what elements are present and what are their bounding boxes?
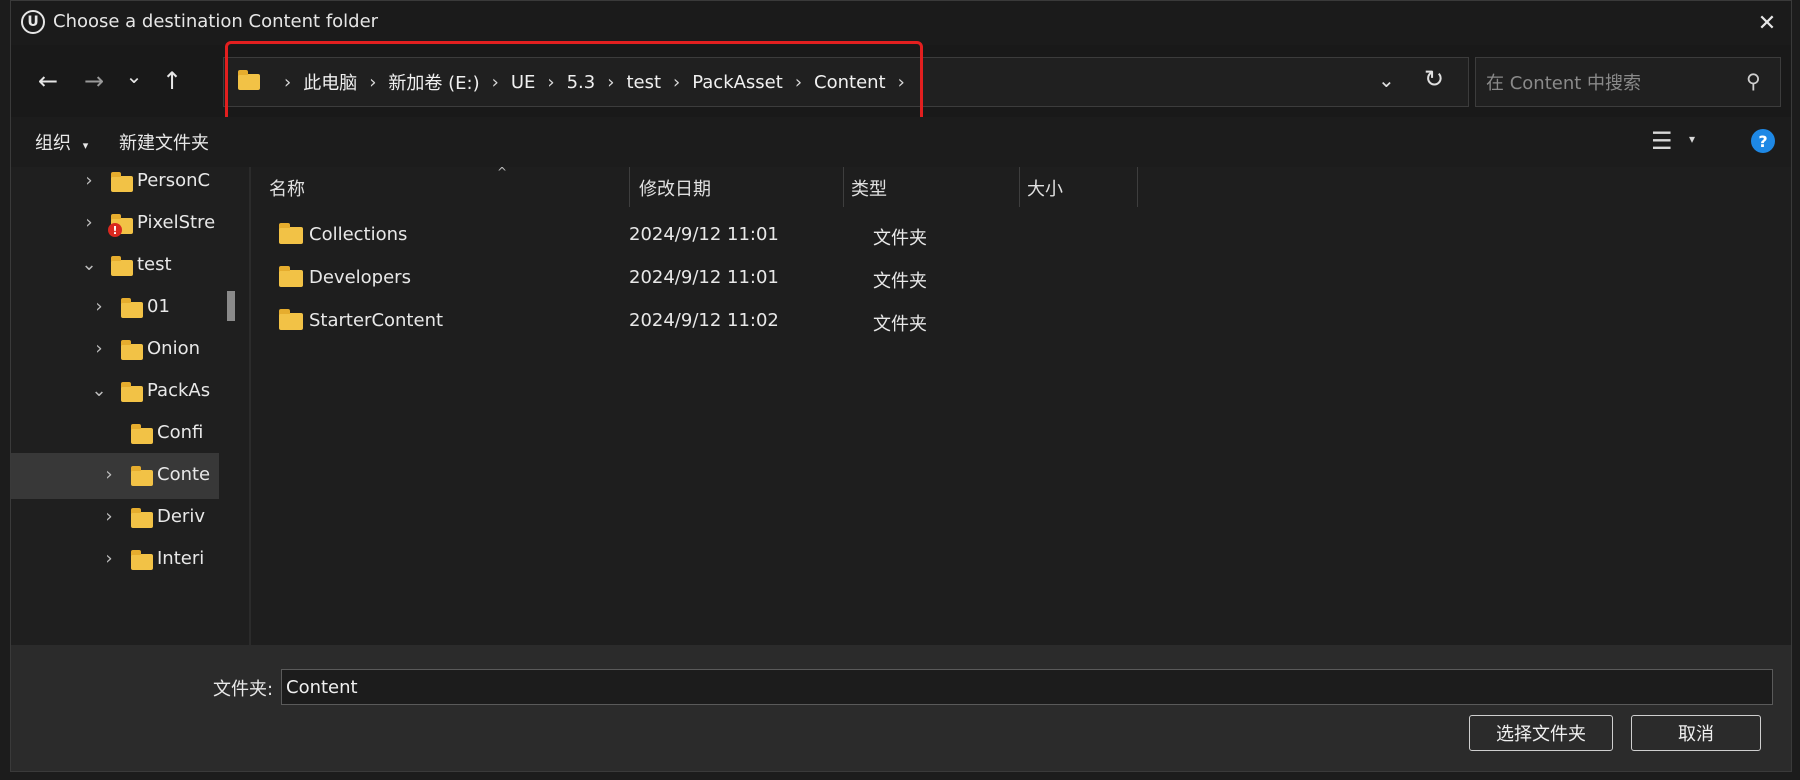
tree-item-label: PixelStre — [137, 212, 216, 233]
folder-icon — [131, 508, 153, 528]
new-folder-button[interactable]: 新建文件夹 — [119, 129, 209, 155]
folder-icon — [111, 256, 133, 276]
tree-item[interactable]: › Interi — [11, 537, 219, 583]
tree-item[interactable]: ⌄ test — [11, 243, 219, 289]
folder-icon — [121, 298, 143, 318]
select-folder-button[interactable]: 选择文件夹 — [1469, 715, 1613, 751]
close-icon[interactable]: ✕ — [1751, 7, 1783, 39]
collapsed-chevron-icon[interactable]: › — [91, 296, 107, 317]
unreal-logo-icon: U — [21, 10, 45, 34]
folder-name-field[interactable] — [281, 669, 1773, 705]
file-type: 文件夹 — [873, 228, 927, 249]
collapsed-chevron-icon[interactable]: › — [101, 506, 117, 527]
search-input[interactable] — [1484, 68, 1738, 98]
search-icon[interactable]: ⚲ — [1746, 69, 1761, 93]
tree-item[interactable]: › Onion — [11, 327, 219, 373]
recent-locations-chevron-icon[interactable]: ⌄ — [115, 57, 153, 95]
back-arrow-icon[interactable]: ← — [29, 62, 67, 100]
organize-menu[interactable]: 组织 ▾ — [35, 129, 88, 155]
folder-icon — [131, 424, 153, 444]
expanded-chevron-icon[interactable]: ⌄ — [91, 380, 107, 401]
folder-icon — [279, 309, 303, 330]
column-header-size[interactable]: 大小 — [1027, 175, 1063, 215]
tree-item[interactable]: › PersonC — [11, 167, 219, 205]
tree-scrollbar-thumb[interactable] — [227, 291, 235, 321]
sort-ascending-icon: ^ — [497, 165, 508, 179]
column-header-type[interactable]: 类型 — [851, 175, 887, 215]
view-dropdown-icon[interactable]: ▾ — [1689, 132, 1695, 146]
tree-item-label: PackAs — [147, 380, 211, 401]
file-dialog-window: U Choose a destination Content folder ✕ … — [10, 0, 1792, 772]
modified-date: 2024/9/12 11:01 — [629, 267, 779, 288]
tree-item[interactable]: › Deriv — [11, 495, 219, 541]
up-arrow-icon[interactable]: ↑ — [153, 62, 191, 100]
file-name: StarterContent — [309, 310, 444, 331]
tree-item[interactable]: ⌄ PackAs — [11, 369, 219, 415]
file-list: ^ 名称 修改日期 类型 大小 Collections 2024/9/12 11:… — [251, 165, 1791, 645]
expanded-chevron-icon[interactable]: ⌄ — [81, 254, 97, 275]
list-item[interactable]: Developers 2024/9/12 11:01 文件夹 — [251, 256, 1791, 300]
command-toolbar: 组织 ▾ 新建文件夹 ☰ ▾ ? — [11, 117, 1791, 167]
column-header-date[interactable]: 修改日期 — [639, 175, 711, 215]
folder-icon — [121, 340, 143, 360]
collapsed-chevron-icon[interactable]: › — [101, 548, 117, 569]
tree-item[interactable]: Confi — [11, 411, 219, 457]
help-icon[interactable]: ? — [1751, 129, 1775, 153]
folder-icon — [279, 223, 303, 244]
folder-label: 文件夹: — [213, 679, 274, 700]
address-dropdown-chevron-icon[interactable]: ⌄ — [1378, 68, 1395, 92]
cancel-button[interactable]: 取消 — [1631, 715, 1761, 751]
tree-item-label: test — [137, 254, 172, 275]
collapsed-chevron-icon[interactable]: › — [81, 170, 97, 191]
red-highlight-box — [225, 41, 923, 123]
column-separator[interactable] — [1019, 167, 1020, 207]
tree-item-label: PersonC — [137, 170, 211, 191]
folder-icon — [131, 550, 153, 570]
tree-item-label: Confi — [157, 422, 204, 443]
modified-date: 2024/9/12 11:02 — [629, 310, 779, 331]
file-name: Collections — [309, 224, 408, 245]
dialog-footer: 文件夹: 选择文件夹 取消 — [11, 645, 1791, 771]
navigation-tree[interactable]: › PersonC ›! PixelStre ⌄ test › 01 › Onion ⌄ PackAs… — [11, 167, 251, 645]
file-type: 文件夹 — [873, 271, 927, 292]
title-bar: U Choose a destination Content folder ✕ — [11, 1, 1791, 45]
tree-item-label: Deriv — [157, 506, 205, 527]
folder-icon — [111, 172, 133, 192]
folder-icon: ! — [108, 214, 133, 237]
collapsed-chevron-icon[interactable]: › — [81, 212, 97, 233]
collapsed-chevron-icon[interactable]: › — [101, 464, 117, 485]
view-options-icon[interactable]: ☰ — [1651, 127, 1673, 155]
file-type: 文件夹 — [873, 314, 927, 335]
tree-item-label: Conte — [157, 464, 211, 485]
tree-item[interactable]: › Conte — [11, 453, 219, 499]
modified-date: 2024/9/12 11:01 — [629, 224, 779, 245]
tree-item[interactable]: › 01 — [11, 285, 219, 331]
forward-arrow-icon[interactable]: → — [75, 62, 113, 100]
warning-icon: ! — [108, 223, 122, 237]
column-separator[interactable] — [1137, 167, 1138, 207]
tree-item-label: Onion — [147, 338, 200, 359]
list-item[interactable]: StarterContent 2024/9/12 11:02 文件夹 — [251, 299, 1791, 343]
list-item[interactable]: Collections 2024/9/12 11:01 文件夹 — [251, 213, 1791, 257]
column-separator[interactable] — [629, 167, 630, 207]
folder-icon — [279, 266, 303, 287]
organize-label: 组织 — [35, 133, 71, 154]
window-title: Choose a destination Content folder — [53, 11, 379, 32]
tree-item[interactable]: ›! PixelStre — [11, 201, 219, 247]
tree-item-label: Interi — [157, 548, 205, 569]
search-box[interactable]: ⚲ — [1475, 57, 1781, 107]
collapsed-chevron-icon[interactable]: › — [91, 338, 107, 359]
column-separator[interactable] — [843, 167, 844, 207]
refresh-icon[interactable]: ↻ — [1424, 65, 1444, 93]
column-header-name[interactable]: 名称 — [269, 175, 305, 215]
organize-dropdown-icon: ▾ — [82, 139, 89, 152]
folder-icon — [121, 382, 143, 402]
folder-icon — [131, 466, 153, 486]
file-name: Developers — [309, 267, 411, 288]
tree-item-label: 01 — [147, 296, 170, 317]
